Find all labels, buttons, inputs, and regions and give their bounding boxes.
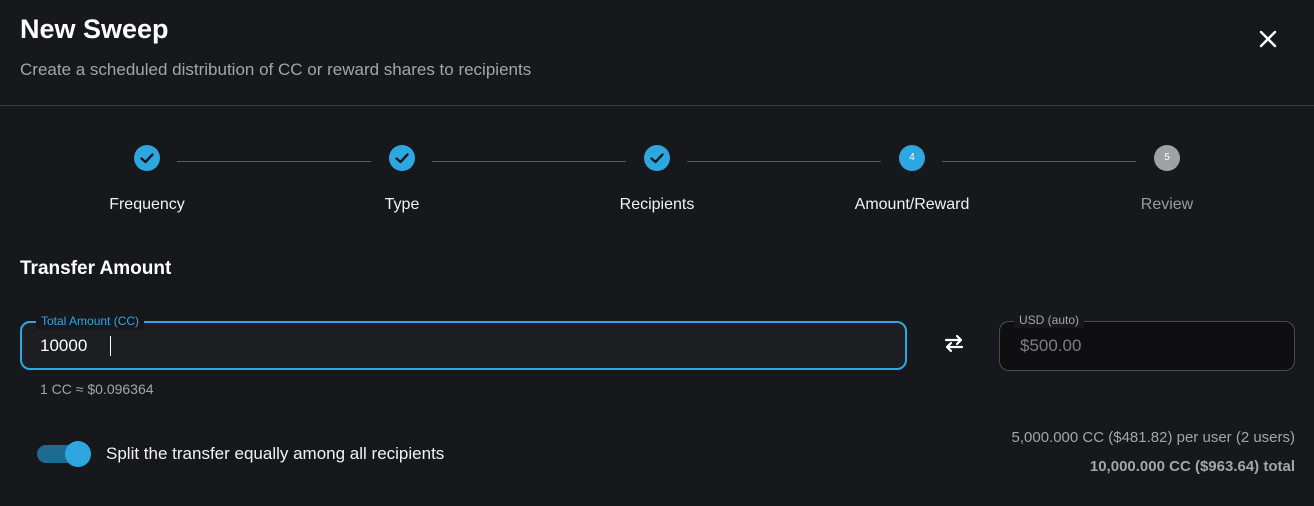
step-complete-circle [134, 145, 160, 171]
step-label: Frequency [109, 196, 185, 213]
toggle-knob [65, 441, 91, 467]
dialog-header: New Sweep Create a scheduled distributio… [0, 0, 1314, 106]
step-active-circle: 4 [899, 145, 925, 171]
text-caret [110, 336, 111, 356]
split-toggle[interactable] [37, 441, 93, 467]
dialog-title: New Sweep [20, 14, 169, 44]
step-label: Amount/Reward [854, 196, 970, 213]
total-amount-field: Total Amount (CC) [20, 313, 907, 370]
section-title: Transfer Amount [20, 258, 172, 279]
step-complete-circle [644, 145, 670, 171]
check-icon [140, 153, 154, 164]
exchange-rate: 1 CC ≈ $0.096364 [40, 381, 154, 397]
step-connector [687, 161, 881, 162]
per-user-amount: 5,000.000 CC ($481.82) per user (2 users… [1011, 429, 1295, 446]
dialog-subtitle: Create a scheduled distribution of CC or… [20, 60, 532, 79]
swap-arrows-icon [944, 334, 964, 353]
step-pending-circle: 5 [1154, 145, 1180, 171]
step-label: Type [384, 196, 420, 213]
usd-input[interactable] [1020, 322, 1280, 370]
step-connector [432, 161, 626, 162]
close-button[interactable] [1254, 25, 1282, 53]
usd-field: USD (auto) [999, 312, 1295, 371]
step-label: Review [1140, 196, 1194, 213]
step-connector [942, 161, 1136, 162]
step-complete-circle [389, 145, 415, 171]
swap-currency-button[interactable] [940, 329, 968, 357]
total-amount-input[interactable] [40, 323, 880, 368]
check-icon [395, 153, 409, 164]
split-toggle-label: Split the transfer equally among all rec… [106, 444, 445, 463]
new-sweep-dialog: New Sweep Create a scheduled distributio… [0, 0, 1314, 506]
step-number: 5 [1164, 152, 1170, 163]
progress-stepper: Frequency Type Recipients 4 Amount/Rewar… [0, 140, 1314, 220]
total-amount-summary: 10,000.000 CC ($963.64) total [1089, 458, 1295, 475]
close-icon [1259, 30, 1277, 48]
step-label: Recipients [619, 196, 695, 213]
step-number: 4 [909, 152, 915, 163]
step-connector [177, 161, 371, 162]
check-icon [650, 153, 664, 164]
